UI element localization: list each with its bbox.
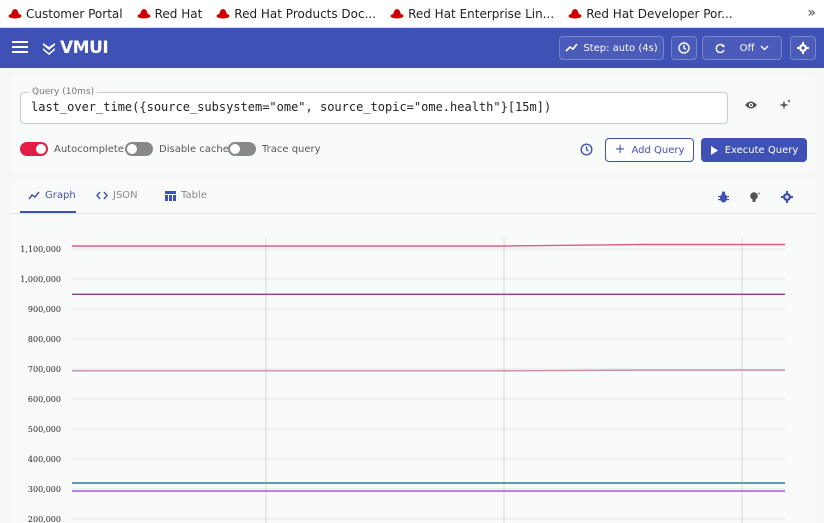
redhat-icon	[8, 9, 22, 19]
y-tick-label: 1,000,000	[20, 275, 61, 284]
redhat-icon	[216, 9, 230, 19]
gear-icon[interactable]	[781, 191, 793, 203]
redhat-icon	[137, 9, 151, 19]
autocomplete-switch[interactable]	[20, 142, 48, 156]
bookmarks-bar: Customer Portal Red Hat Red Hat Products…	[0, 0, 824, 28]
trace-query-switch[interactable]	[228, 142, 256, 156]
y-tick-label: 700,000	[28, 365, 61, 374]
vmui-logo[interactable]: VMUI	[42, 38, 109, 58]
y-tick-label: 400,000	[28, 455, 61, 464]
hamburger-menu-icon[interactable]	[12, 40, 28, 54]
logo-text: VMUI	[60, 38, 109, 58]
victoriametrics-logo-icon	[43, 43, 55, 55]
refresh-button[interactable]: Off	[702, 36, 782, 60]
eye-icon[interactable]	[744, 100, 758, 110]
y-tick-label: 500,000	[28, 425, 61, 434]
query-input[interactable]: Query (10ms) last_over_time({source_subs…	[20, 87, 728, 124]
play-icon	[710, 145, 718, 155]
query-expression[interactable]: last_over_time({source_subsystem="ome", …	[31, 100, 551, 114]
sparkle-icon[interactable]	[778, 98, 792, 112]
tab-table-label: Table	[181, 190, 207, 201]
tab-table[interactable]: Table	[165, 190, 207, 201]
gear-icon	[797, 42, 809, 54]
bookmark-red-hat[interactable]: Red Hat	[137, 6, 203, 21]
bookmark-red-hat-developer-portal[interactable]: Red Hat Developer Por...	[568, 6, 733, 21]
query-panel: Query (10ms) last_over_time({source_subs…	[10, 76, 816, 172]
table-icon	[165, 190, 176, 201]
autocomplete-toggle[interactable]: Autocomplete	[20, 142, 124, 156]
y-tick-label: 900,000	[28, 305, 61, 314]
trend-icon	[565, 43, 578, 52]
tab-graph-label: Graph	[45, 190, 76, 201]
disable-cache-switch[interactable]	[125, 142, 153, 156]
bug-icon[interactable]	[718, 191, 729, 203]
settings-button[interactable]	[790, 36, 816, 60]
trace-query-toggle[interactable]: Trace query	[228, 142, 321, 156]
lightbulb-icon[interactable]	[749, 191, 761, 203]
line-chart: 1,100,000 1,000,000 900,000 800,000 700,000 6…	[20, 238, 785, 523]
disable-cache-label: Disable cache	[159, 143, 229, 155]
bookmark-red-hat-products-docs[interactable]: Red Hat Products Doc...	[216, 7, 376, 21]
execute-query-button[interactable]: Execute Query	[701, 138, 807, 162]
bookmark-label: Red Hat	[154, 6, 203, 21]
bookmark-label: Red Hat Products Doc...	[234, 6, 377, 21]
active-tab-indicator	[20, 211, 76, 213]
autocomplete-label: Autocomplete	[54, 143, 124, 155]
trace-query-label: Trace query	[262, 143, 321, 155]
graph-icon	[28, 191, 40, 200]
refresh-icon	[715, 43, 725, 53]
y-tick-label: 800,000	[28, 335, 61, 344]
step-label: Step: auto (4s)	[583, 42, 658, 54]
redhat-icon	[568, 9, 582, 19]
bookmark-customer-portal[interactable]: Customer Portal	[8, 7, 123, 21]
plus-icon: +	[614, 142, 626, 157]
refresh-label: Off	[739, 42, 755, 54]
bookmark-label: Red Hat Developer Por...	[586, 6, 733, 21]
step-button[interactable]: Step: auto (4s)	[559, 36, 664, 60]
y-tick-label: 200,000	[28, 515, 61, 523]
bookmark-red-hat-enterprise-linux[interactable]: Red Hat Enterprise Lin...	[390, 7, 554, 21]
history-clock-icon[interactable]	[580, 143, 593, 156]
disable-cache-toggle[interactable]: Disable cache	[125, 142, 229, 156]
tab-json[interactable]: JSON	[96, 190, 138, 201]
query-legend: Query (10ms)	[29, 87, 98, 97]
code-icon	[96, 191, 108, 200]
tab-graph[interactable]: Graph	[28, 190, 76, 201]
execute-query-label: Execute Query	[724, 144, 799, 156]
app-header: VMUI Step: auto (4s) Off	[0, 28, 824, 68]
bookmark-label: Red Hat Enterprise Lin...	[408, 6, 555, 21]
clock-icon	[678, 42, 690, 54]
series-line-1[interactable]	[72, 243, 785, 247]
add-query-label: Add Query	[631, 144, 685, 156]
y-tick-label: 600,000	[28, 395, 61, 404]
y-tick-label: 300,000	[28, 485, 61, 494]
redhat-icon	[390, 9, 404, 19]
chevron-down-icon	[760, 45, 769, 51]
y-tick-label: 1,100,000	[20, 245, 61, 254]
bookmark-label: Customer Portal	[26, 6, 123, 21]
series-line-3[interactable]	[72, 369, 785, 372]
tab-json-label: JSON	[113, 190, 138, 201]
chevron-double-right-icon[interactable]: »	[807, 5, 816, 21]
add-query-button[interactable]: + Add Query	[605, 138, 694, 162]
time-range-button[interactable]	[671, 36, 697, 60]
results-tabs: Graph JSON Table	[10, 180, 816, 214]
